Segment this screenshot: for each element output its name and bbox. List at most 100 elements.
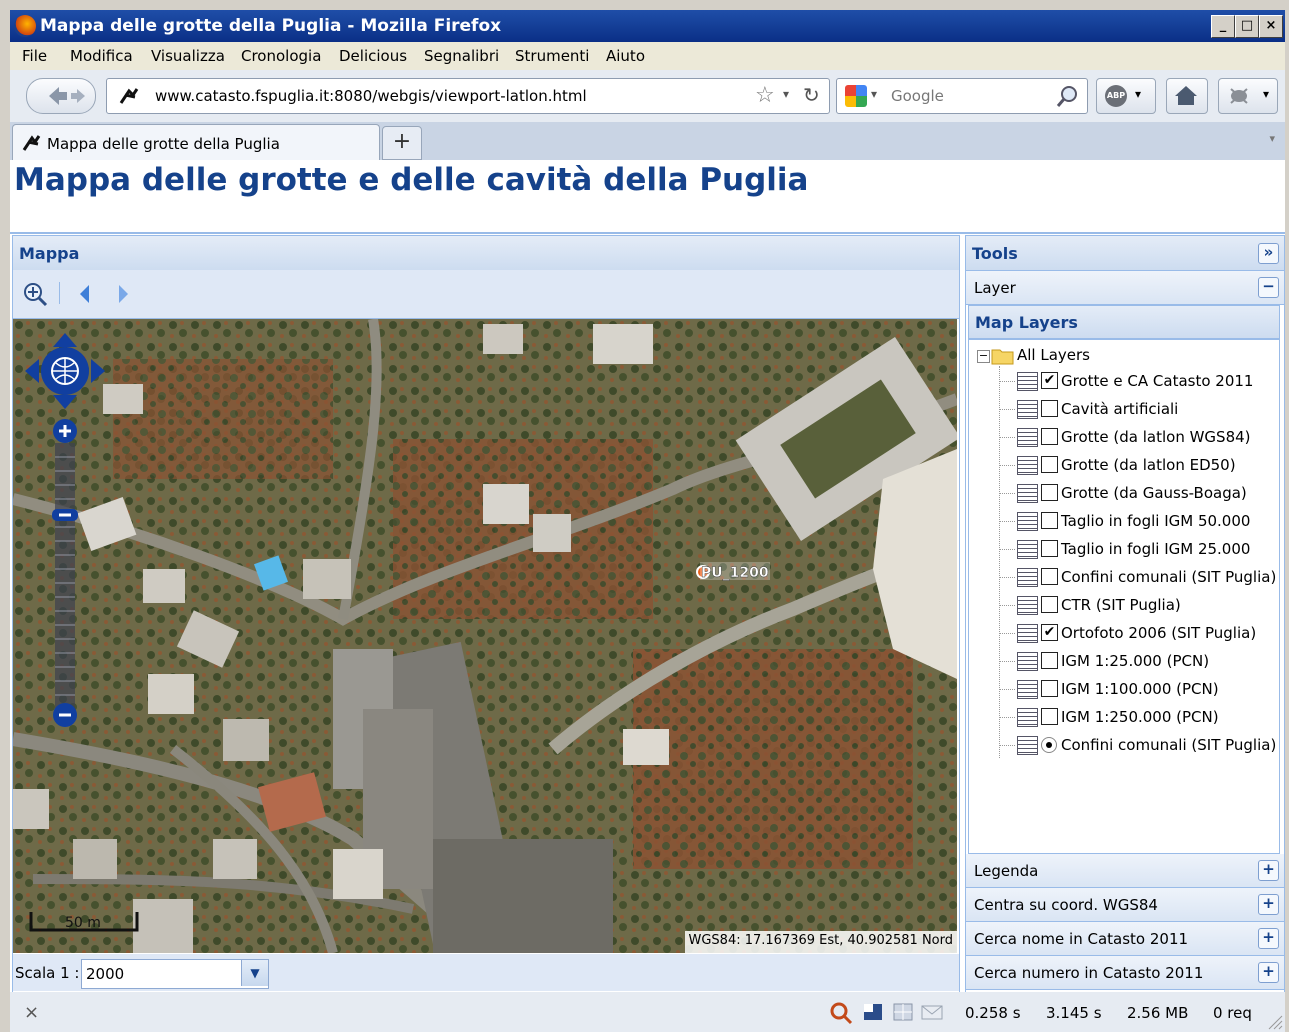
tree-connector: [999, 633, 1015, 634]
tools-panel-header: Tools »: [966, 236, 1284, 271]
layer-checkbox[interactable]: [1041, 540, 1058, 557]
expand-icon[interactable]: +: [1258, 894, 1279, 915]
menu-delicious[interactable]: Delicious: [339, 47, 407, 65]
collapse-panel-icon[interactable]: »: [1258, 243, 1279, 264]
back-arrow-icon[interactable]: [27, 79, 95, 113]
accordion-cerca-numero[interactable]: Cerca numero in Catasto 2011 +: [966, 956, 1284, 990]
map-view[interactable]: PU_1200 50 m WGS84: 17.167369 Est, 40.90…: [13, 319, 957, 953]
chevron-down-icon[interactable]: ▼: [241, 960, 268, 986]
menu-segnalibri[interactable]: Segnalibri: [424, 47, 499, 65]
page-header: Mappa delle grotte e delle cavità della …: [10, 160, 1285, 234]
layer-checkbox[interactable]: [1041, 568, 1058, 585]
google-icon[interactable]: [845, 85, 867, 107]
expand-icon[interactable]: +: [1258, 928, 1279, 949]
pan-right-icon[interactable]: [91, 359, 105, 383]
window-title: Mappa delle grotte della Puglia - Mozill…: [40, 16, 502, 36]
accordion-legenda[interactable]: Legenda +: [966, 854, 1284, 888]
layer-checkbox[interactable]: [1041, 708, 1058, 725]
layer-name: Cavità artificiali: [1061, 400, 1179, 418]
new-tab-button[interactable]: +: [382, 126, 422, 160]
layer-name: IGM 1:100.000 (PCN): [1061, 680, 1219, 698]
menu-file[interactable]: File: [22, 47, 47, 65]
layer-checkbox[interactable]: [1041, 484, 1058, 501]
page-content: Mappa delle grotte e delle cavità della …: [10, 160, 1285, 994]
tree-collapse-icon[interactable]: −: [977, 350, 990, 363]
aerial-orthophoto[interactable]: PU_1200 50 m: [13, 319, 957, 953]
status-memory: 2.56 MB: [1127, 1004, 1189, 1022]
previous-extent-icon[interactable]: [75, 282, 95, 306]
layer-checkbox[interactable]: [1041, 680, 1058, 697]
zoom-status-icon[interactable]: [828, 1000, 854, 1026]
accordion-layer[interactable]: Layer −: [966, 271, 1284, 305]
close-window-button[interactable]: ×: [1259, 15, 1283, 38]
layer-icon: [1017, 624, 1038, 643]
layer-icon: [1017, 708, 1038, 727]
expand-icon[interactable]: +: [1258, 962, 1279, 983]
scale-select[interactable]: 2000 ▼: [81, 959, 269, 989]
firefox-icon: [14, 15, 36, 37]
back-forward-buttons[interactable]: [26, 78, 96, 114]
menu-strumenti[interactable]: Strumenti: [515, 47, 589, 65]
tree-connector: [999, 549, 1015, 550]
layer-checkbox[interactable]: [1041, 428, 1058, 445]
menu-visualizza[interactable]: Visualizza: [151, 47, 225, 65]
layer-checkbox[interactable]: [1041, 512, 1058, 529]
collapse-icon[interactable]: −: [1258, 277, 1279, 298]
minimize-button[interactable]: _: [1211, 15, 1235, 38]
layer-checkbox[interactable]: [1041, 400, 1058, 417]
pan-up-icon[interactable]: [53, 333, 77, 347]
layer-checkbox[interactable]: [1041, 596, 1058, 613]
layer-checkbox[interactable]: ✔: [1041, 624, 1058, 641]
layer-radio[interactable]: [1041, 737, 1057, 753]
close-status-icon[interactable]: ×: [24, 1002, 39, 1023]
tab-label: Mappa delle grotte della Puglia: [47, 135, 280, 153]
url-text[interactable]: www.catasto.fspuglia.it:8080/webgis/view…: [155, 87, 587, 105]
layer-icon: [1017, 680, 1038, 699]
map-panel-title: Mappa: [19, 244, 80, 263]
addon-button[interactable]: ▾: [1218, 78, 1278, 114]
layer-icon: [1017, 372, 1038, 391]
search-placeholder: Google: [891, 87, 944, 105]
layer-name: Ortofoto 2006 (SIT Puglia): [1061, 624, 1257, 642]
map-panel-header: Mappa: [13, 236, 959, 271]
expand-icon[interactable]: +: [1258, 860, 1279, 881]
tree-connector: [999, 381, 1015, 382]
engine-dropdown-icon[interactable]: ▾: [871, 87, 877, 101]
zoom-box-icon[interactable]: [21, 280, 49, 308]
url-bar[interactable]: www.catasto.fspuglia.it:8080/webgis/view…: [106, 78, 830, 114]
zoom-slider-track[interactable]: [55, 443, 75, 713]
addon-dropdown-icon[interactable]: ▾: [1263, 87, 1269, 101]
adblock-button[interactable]: ABP ▾: [1096, 78, 1156, 114]
menu-modifica[interactable]: Modifica: [70, 47, 133, 65]
layer-checkbox[interactable]: ✔: [1041, 372, 1058, 389]
reload-icon[interactable]: ↻: [803, 83, 820, 107]
tab-list-icon[interactable]: ▾: [1269, 132, 1275, 145]
tab-favicon: [22, 135, 41, 151]
addon-bug-icon: [1230, 88, 1248, 104]
search-icon[interactable]: [1055, 83, 1081, 109]
pan-zoom-control[interactable]: [23, 331, 107, 731]
accordion-cerca-nome[interactable]: Cerca nome in Catasto 2011 +: [966, 922, 1284, 956]
home-button[interactable]: [1166, 78, 1208, 114]
history-dropdown-icon[interactable]: ▾: [783, 87, 789, 101]
pan-down-icon[interactable]: [53, 395, 77, 409]
layer-checkbox[interactable]: [1041, 456, 1058, 473]
grid-icon[interactable]: [892, 1002, 914, 1022]
tab-mappa[interactable]: Mappa delle grotte della Puglia: [12, 124, 380, 161]
mail-icon[interactable]: [920, 1002, 944, 1022]
accordion-cerca-nome-label: Cerca nome in Catasto 2011: [974, 930, 1189, 948]
maximize-button[interactable]: □: [1235, 15, 1259, 38]
next-extent-icon[interactable]: [113, 282, 133, 306]
pan-left-icon[interactable]: [25, 359, 39, 383]
menu-cronologia[interactable]: Cronologia: [241, 47, 321, 65]
accordion-centra-label: Centra su coord. WGS84: [974, 896, 1158, 914]
bookmark-star-icon[interactable]: ☆: [755, 83, 775, 108]
resize-grip-icon[interactable]: [1265, 1012, 1283, 1030]
layer-checkbox[interactable]: [1041, 652, 1058, 669]
layer-icon: [1017, 652, 1038, 671]
screen-icon[interactable]: [862, 1002, 884, 1022]
menu-aiuto[interactable]: Aiuto: [606, 47, 645, 65]
search-bar[interactable]: ▾ Google: [836, 78, 1088, 114]
adblock-dropdown-icon[interactable]: ▾: [1135, 87, 1141, 101]
accordion-centra[interactable]: Centra su coord. WGS84 +: [966, 888, 1284, 922]
